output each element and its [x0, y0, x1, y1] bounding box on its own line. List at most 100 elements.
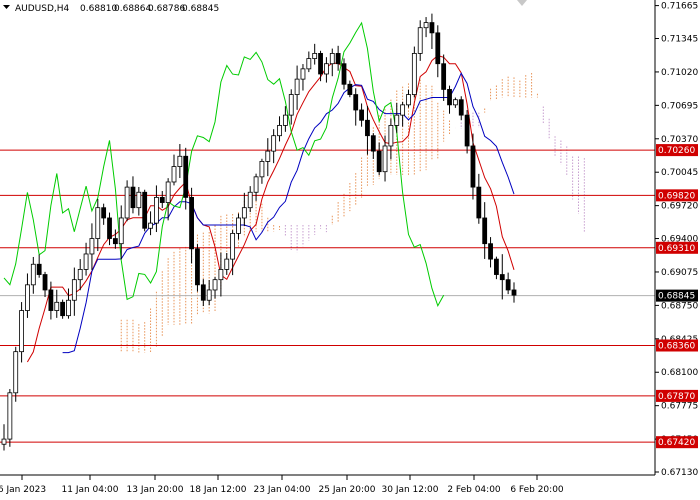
price-tick-label: 0.69075: [661, 268, 698, 278]
candle-body: [118, 217, 124, 245]
candle-body: [183, 155, 189, 198]
candle-body: [142, 191, 148, 229]
symbol-timeframe: AUDUSD,H4: [15, 4, 70, 14]
candle-body: [212, 279, 218, 291]
candle-body: [60, 301, 66, 317]
candle-body: [189, 197, 194, 250]
ohlc-open: 0.68810: [80, 4, 117, 14]
candle-body: [318, 53, 323, 75]
candle-body: [206, 289, 212, 301]
time-tick-label: 18 Jan 12:00: [190, 485, 247, 495]
level-label: 0.69820: [658, 191, 695, 201]
time-tick-label: 25 Jan 20:00: [319, 485, 376, 495]
candle-body: [470, 145, 476, 188]
candle-body: [148, 222, 153, 229]
candle-body: [511, 289, 517, 296]
time-tick-label: 6 Jan 2023: [0, 485, 46, 495]
candle-body: [505, 279, 511, 291]
candle-body: [136, 191, 142, 209]
candle-body: [482, 217, 488, 245]
candle-body: [365, 119, 370, 137]
candle-body: [1, 438, 7, 445]
candle-body: [159, 197, 165, 203]
candle-body: [124, 186, 130, 219]
candle-body: [259, 161, 265, 178]
candle-body: [494, 258, 499, 275]
candle-body: [476, 186, 482, 219]
candle-body: [300, 68, 306, 80]
time-tick-label: 13 Jan 20:00: [127, 485, 184, 495]
time-tick-label: 30 Jan 12:00: [382, 485, 439, 495]
candle-body: [312, 53, 318, 59]
candle-body: [42, 274, 48, 291]
time-axis: 6 Jan 2023 11 Jan 04:00 13 Jan 20:00 18 Jan…: [0, 475, 564, 495]
candle-body: [200, 284, 206, 301]
candle-body: [71, 279, 77, 301]
candle-body: [329, 53, 335, 65]
time-tick-label: 23 Jan 04:00: [254, 485, 311, 495]
time-tick-label: 6 Feb 20:00: [510, 485, 564, 495]
price-tick-label: 0.67775: [661, 402, 698, 412]
candle-body: [218, 268, 224, 281]
candle-body: [224, 258, 230, 270]
candle-body: [107, 217, 112, 239]
candle-body: [165, 181, 171, 203]
ohlc-close: 0.68845: [182, 4, 219, 14]
ohlc-high: 0.68864: [114, 4, 151, 14]
candle-body: [464, 114, 470, 147]
candle-body: [48, 289, 54, 311]
price-tick-label: 0.69720: [661, 202, 698, 212]
candle-body: [447, 89, 452, 106]
candle-body: [230, 233, 236, 260]
candle-body: [394, 114, 400, 126]
price-tick-label: 0.70370: [661, 135, 698, 145]
candle-body: [335, 53, 341, 65]
time-tick-label: 11 Jan 04:00: [62, 485, 119, 495]
candle-body: [499, 274, 505, 281]
candle-body: [324, 63, 329, 75]
time-tick-label: 2 Feb 04:00: [447, 485, 501, 495]
candle-body: [294, 78, 300, 95]
price-tick-label: 0.68750: [661, 301, 698, 311]
candle-body: [265, 150, 271, 162]
candle-body: [488, 243, 493, 260]
price-axis: 0.71665 0.71345 0.71020 0.70695 0.70370 0.700…: [655, 2, 698, 478]
candle-body: [382, 145, 388, 173]
candle-body: [66, 299, 71, 317]
candle-body: [30, 263, 36, 286]
candle-body: [429, 22, 435, 34]
candle-body: [306, 58, 312, 70]
candle-body: [95, 207, 101, 239]
candle-body: [77, 268, 83, 281]
candle-body: [282, 114, 288, 126]
price-tick-label: 0.67130: [661, 468, 698, 478]
candle-body: [271, 135, 277, 152]
price-tick-label: 0.71345: [661, 35, 698, 45]
candle-body: [177, 155, 183, 167]
candle-body: [241, 207, 247, 219]
candle-body: [400, 104, 406, 116]
candle-body: [7, 392, 13, 440]
candle-body: [13, 351, 19, 394]
chart-header: AUDUSD,H4 0.68810 0.68864 0.68786 0.6884…: [3, 4, 219, 14]
candle-body: [101, 207, 107, 219]
candle-body: [171, 166, 177, 183]
level-label: 0.68360: [658, 342, 695, 352]
price-tick-label: 0.70045: [661, 168, 698, 178]
candle-body: [36, 263, 42, 275]
candle-body: [277, 125, 282, 137]
current-price-label: 0.68845: [658, 292, 695, 302]
candle-body: [417, 27, 423, 54]
level-label: 0.67870: [658, 392, 695, 402]
candle-body: [236, 217, 241, 234]
price-chart[interactable]: 0.71665 0.71345 0.71020 0.70695 0.70370 0.700…: [0, 0, 700, 500]
chart-window: 0.71665 0.71345 0.71020 0.70695 0.70370 0.700…: [0, 0, 700, 500]
candle-body: [435, 32, 441, 65]
level-label: 0.69310: [658, 244, 695, 254]
candle-body: [423, 22, 429, 29]
candle-body: [441, 63, 447, 90]
candle-body: [130, 186, 136, 209]
candle-body: [376, 150, 382, 173]
candle-body: [411, 53, 417, 95]
price-tick-label: 0.70695: [661, 101, 698, 111]
